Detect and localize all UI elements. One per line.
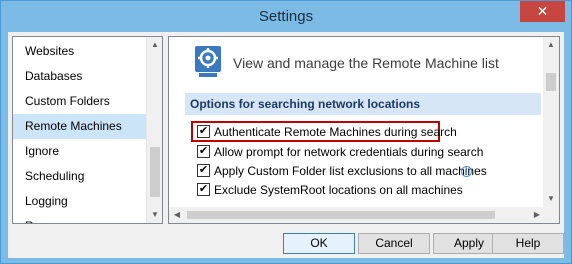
window-title: Settings (258, 8, 314, 25)
nav-item-websites[interactable]: Websites (13, 39, 147, 64)
dialog-body: Websites Databases Custom Folders Remote… (8, 32, 564, 258)
scroll-down-icon[interactable]: ▼ (147, 207, 162, 223)
scrollbar-thumb[interactable] (150, 147, 160, 197)
nav-item-logging[interactable]: Logging (13, 189, 147, 214)
scrollbar-thumb[interactable] (187, 211, 495, 219)
nav-item-resources[interactable]: Resources (13, 214, 147, 223)
option-label: Exclude SystemRoot locations on all mach… (214, 183, 463, 197)
title-bar[interactable]: Settings ✕ (1, 1, 571, 32)
section-title: Options for searching network locations (185, 93, 541, 115)
panel-header-text: View and manage the Remote Machine list (233, 55, 499, 71)
checkbox-checked-icon[interactable]: ✔ (197, 145, 210, 158)
scrollbar-corner (543, 207, 559, 223)
scrollbar-thumb[interactable] (546, 73, 556, 91)
content-horizontal-scrollbar[interactable]: ◀ ▶ (169, 207, 545, 223)
settings-content-panel: View and manage the Remote Machine list … (168, 36, 560, 224)
option-label: Authenticate Remote Machines during sear… (214, 125, 457, 139)
content-vertical-scrollbar[interactable]: ▲ ▼ (543, 37, 559, 207)
info-icon[interactable]: i (461, 166, 472, 177)
option-label: Apply Custom Folder list exclusions to a… (214, 164, 487, 178)
checkbox-checked-icon[interactable]: ✔ (197, 183, 210, 196)
scroll-down-icon[interactable]: ▼ (543, 191, 559, 207)
scroll-up-icon[interactable]: ▲ (147, 37, 162, 53)
nav-item-ignore[interactable]: Ignore (13, 139, 147, 164)
nav-item-scheduling[interactable]: Scheduling (13, 164, 147, 189)
remote-machine-gear-icon (195, 46, 221, 77)
nav-scrollbar[interactable]: ▲ ▼ (146, 37, 162, 223)
scroll-left-icon[interactable]: ◀ (169, 207, 185, 223)
close-icon: ✕ (536, 3, 549, 19)
nav-item-custom-folders[interactable]: Custom Folders (13, 89, 147, 114)
option-label: Allow prompt for network credentials dur… (214, 145, 484, 159)
checkbox-checked-icon[interactable]: ✔ (197, 125, 210, 138)
ok-button[interactable]: OK (283, 233, 355, 254)
scroll-up-icon[interactable]: ▲ (543, 37, 559, 53)
help-button[interactable]: Help (492, 233, 564, 254)
settings-category-list[interactable]: Websites Databases Custom Folders Remote… (12, 36, 163, 224)
cancel-button[interactable]: Cancel (358, 233, 430, 254)
checkbox-checked-icon[interactable]: ✔ (197, 164, 210, 177)
close-button[interactable]: ✕ (520, 1, 565, 22)
nav-item-remote-machines[interactable]: Remote Machines (13, 114, 147, 139)
settings-window: Settings ✕ Websites Databases Custom Fol… (0, 0, 572, 264)
nav-item-databases[interactable]: Databases (13, 64, 147, 89)
